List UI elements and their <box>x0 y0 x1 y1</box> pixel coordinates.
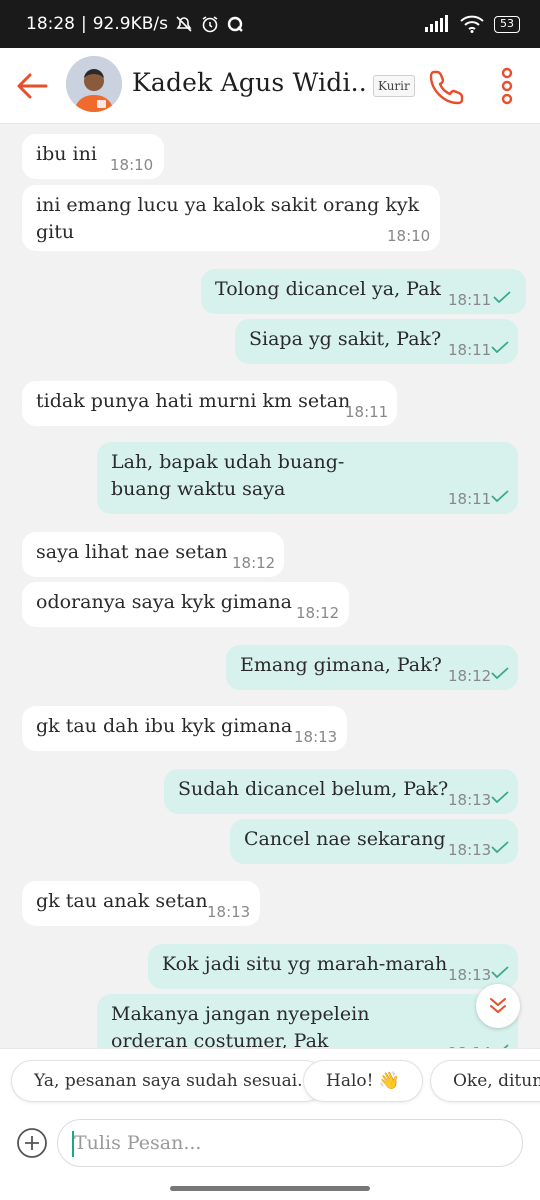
quick-reply-chip[interactable]: Ya, pesanan saya sudah sesuai. <box>11 1060 326 1102</box>
chat-header: Kadek Agus Widi... Kurir <box>0 48 540 124</box>
message-text: gk tau anak setan <box>36 890 208 912</box>
sent-check-icon <box>491 966 509 979</box>
alarm-icon <box>200 14 220 34</box>
message-time: 18:10 <box>110 156 154 174</box>
incoming-message[interactable]: saya lihat nae setan 18:12 <box>22 532 284 577</box>
message-time: 18:11 <box>345 403 389 421</box>
back-arrow-icon[interactable] <box>14 68 50 104</box>
message-text: gk tau dah ibu kyk gimana <box>36 715 293 737</box>
contact-name[interactable]: Kadek Agus Widi... <box>132 68 368 97</box>
outgoing-message[interactable]: Kok jadi situ yg marah-marah 18:13 <box>148 944 518 989</box>
message-time: 18:13 <box>294 728 338 746</box>
sent-check-icon <box>491 667 509 680</box>
mute-icon <box>174 14 194 34</box>
message-text: Emang gimana, Pak? <box>240 654 442 676</box>
double-chevron-down-icon <box>490 998 506 1013</box>
message-text: Siapa yg sakit, Pak? <box>249 328 442 350</box>
message-text: ini emang lucu ya kalok sakit orang kyk … <box>36 194 420 243</box>
message-time: 18:12 <box>296 604 340 622</box>
phone-icon[interactable] <box>428 68 466 106</box>
more-vertical-icon[interactable] <box>496 66 518 106</box>
q-icon <box>226 15 244 33</box>
incoming-message[interactable]: ibu ini 18:10 <box>22 134 164 179</box>
message-time: 18:13 <box>207 903 251 921</box>
incoming-message[interactable]: tidak punya hati murni km setan 18:11 <box>22 381 397 426</box>
incoming-message[interactable]: ini emang lucu ya kalok sakit orang kyk … <box>22 185 440 251</box>
message-text: odoranya saya kyk gimana <box>36 591 292 613</box>
outgoing-message[interactable]: Lah, bapak udah buang-buang waktu saya 1… <box>97 442 518 514</box>
message-time: 18:13 <box>448 841 492 859</box>
message-text: Makanya jangan nyepelein orderan costume… <box>111 1003 370 1048</box>
status-time: 18:28 <box>26 14 75 34</box>
battery-icon: 53 <box>494 15 520 33</box>
add-attachment-icon[interactable] <box>16 1127 48 1159</box>
outgoing-message[interactable]: Makanya jangan nyepelein orderan costume… <box>97 994 518 1048</box>
message-time: 18:13 <box>448 966 492 984</box>
sent-check-icon <box>491 841 509 854</box>
outgoing-message[interactable]: Cancel nae sekarang 18:13 <box>230 819 518 864</box>
message-time: 18:12 <box>448 667 492 685</box>
sent-check-icon <box>493 291 511 304</box>
role-badge: Kurir <box>373 75 415 97</box>
sent-check-icon <box>491 490 509 503</box>
message-text: Lah, bapak udah buang-buang waktu saya <box>111 451 345 500</box>
outgoing-message[interactable]: Siapa yg sakit, Pak? 18:11 <box>235 319 518 364</box>
incoming-message[interactable]: gk tau dah ibu kyk gimana 18:13 <box>22 706 347 751</box>
quick-replies-bar[interactable]: Ya, pesanan saya sudah sesuai. Halo! 👋 O… <box>0 1048 540 1112</box>
message-list[interactable]: ibu ini 18:10 ini emang lucu ya kalok sa… <box>0 124 540 1048</box>
outgoing-message[interactable]: Sudah dicancel belum, Pak? 18:13 <box>164 769 518 814</box>
sent-check-icon <box>491 341 509 354</box>
message-time: 18:11 <box>448 341 492 359</box>
wifi-icon <box>460 15 484 33</box>
message-text: Kok jadi situ yg marah-marah <box>162 953 448 975</box>
message-text: saya lihat nae setan <box>36 541 228 563</box>
message-time: 18:12 <box>232 554 276 572</box>
sent-check-icon <box>491 791 509 804</box>
message-time: 18:10 <box>387 227 431 245</box>
avatar[interactable] <box>66 56 122 112</box>
scroll-to-bottom-button[interactable] <box>476 984 520 1028</box>
message-text: Cancel nae sekarang <box>244 828 446 850</box>
home-indicator[interactable] <box>170 1186 370 1191</box>
message-input[interactable] <box>57 1119 523 1167</box>
message-text: Sudah dicancel belum, Pak? <box>178 778 449 800</box>
message-text: ibu ini <box>36 143 97 165</box>
message-time: 18:14 <box>448 1040 491 1048</box>
text-cursor <box>72 1131 74 1157</box>
outgoing-message[interactable]: Emang gimana, Pak? 18:12 <box>226 645 518 690</box>
incoming-message[interactable]: gk tau anak setan 18:13 <box>22 881 260 926</box>
message-time: 18:11 <box>448 291 492 309</box>
quick-reply-chip[interactable]: Oke, ditung <box>430 1060 540 1102</box>
message-text: Tolong dicancel ya, Pak <box>215 278 441 300</box>
message-time: 18:13 <box>448 791 492 809</box>
quick-reply-chip[interactable]: Halo! 👋 <box>303 1060 424 1102</box>
signal-icon <box>424 15 450 33</box>
network-speed: 92.9KB/s <box>92 14 168 34</box>
incoming-message[interactable]: odoranya saya kyk gimana 18:12 <box>22 582 349 627</box>
outgoing-message[interactable]: Tolong dicancel ya, Pak 18:11 <box>201 269 526 314</box>
status-bar: 18:28 | 92.9KB/s 53 <box>0 0 540 48</box>
message-time: 18:11 <box>448 490 492 508</box>
message-text: tidak punya hati murni km setan <box>36 390 351 412</box>
